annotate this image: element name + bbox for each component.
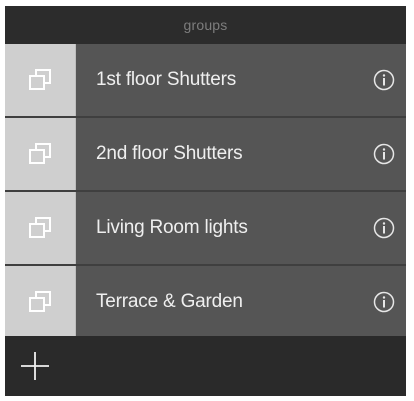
plus-icon xyxy=(21,352,49,380)
group-label: Living Room lights xyxy=(96,217,248,238)
group-icon-cell[interactable] xyxy=(5,44,76,116)
group-label-cell[interactable]: 2nd floor Shutters xyxy=(76,118,406,190)
group-icon-cell[interactable] xyxy=(5,266,76,338)
group-icon-cell[interactable] xyxy=(5,192,76,264)
footer-bar xyxy=(5,336,406,396)
info-button[interactable] xyxy=(373,217,395,239)
groups-list: 1st floor Shutters 2nd floor Shutters Li… xyxy=(5,44,406,338)
info-icon xyxy=(373,69,395,91)
group-label: 2nd floor Shutters xyxy=(96,143,243,164)
group-label: 1st floor Shutters xyxy=(96,69,237,90)
header-bar: groups xyxy=(5,6,406,44)
info-icon xyxy=(373,217,395,239)
page-title: groups xyxy=(183,17,228,33)
group-row-living-room-lights[interactable]: Living Room lights xyxy=(5,192,406,266)
group-label: Terrace & Garden xyxy=(96,291,243,312)
info-icon xyxy=(373,291,395,313)
group-squares-icon xyxy=(29,217,51,238)
group-label-cell[interactable]: Living Room lights xyxy=(76,192,406,264)
group-row-1st-floor-shutters[interactable]: 1st floor Shutters xyxy=(5,44,406,118)
info-button[interactable] xyxy=(373,69,395,91)
group-icon-cell[interactable] xyxy=(5,118,76,190)
info-button[interactable] xyxy=(373,143,395,165)
group-label-cell[interactable]: Terrace & Garden xyxy=(76,266,406,338)
group-squares-icon xyxy=(29,69,51,90)
group-label-cell[interactable]: 1st floor Shutters xyxy=(76,44,406,116)
add-group-button[interactable] xyxy=(19,350,51,382)
groups-screen: groups 1st floor Shutters 2nd floor Shut… xyxy=(5,6,406,396)
info-icon xyxy=(373,143,395,165)
group-row-terrace-garden[interactable]: Terrace & Garden xyxy=(5,266,406,338)
group-squares-icon xyxy=(29,291,51,312)
info-button[interactable] xyxy=(373,291,395,313)
group-row-2nd-floor-shutters[interactable]: 2nd floor Shutters xyxy=(5,118,406,192)
group-squares-icon xyxy=(29,143,51,164)
